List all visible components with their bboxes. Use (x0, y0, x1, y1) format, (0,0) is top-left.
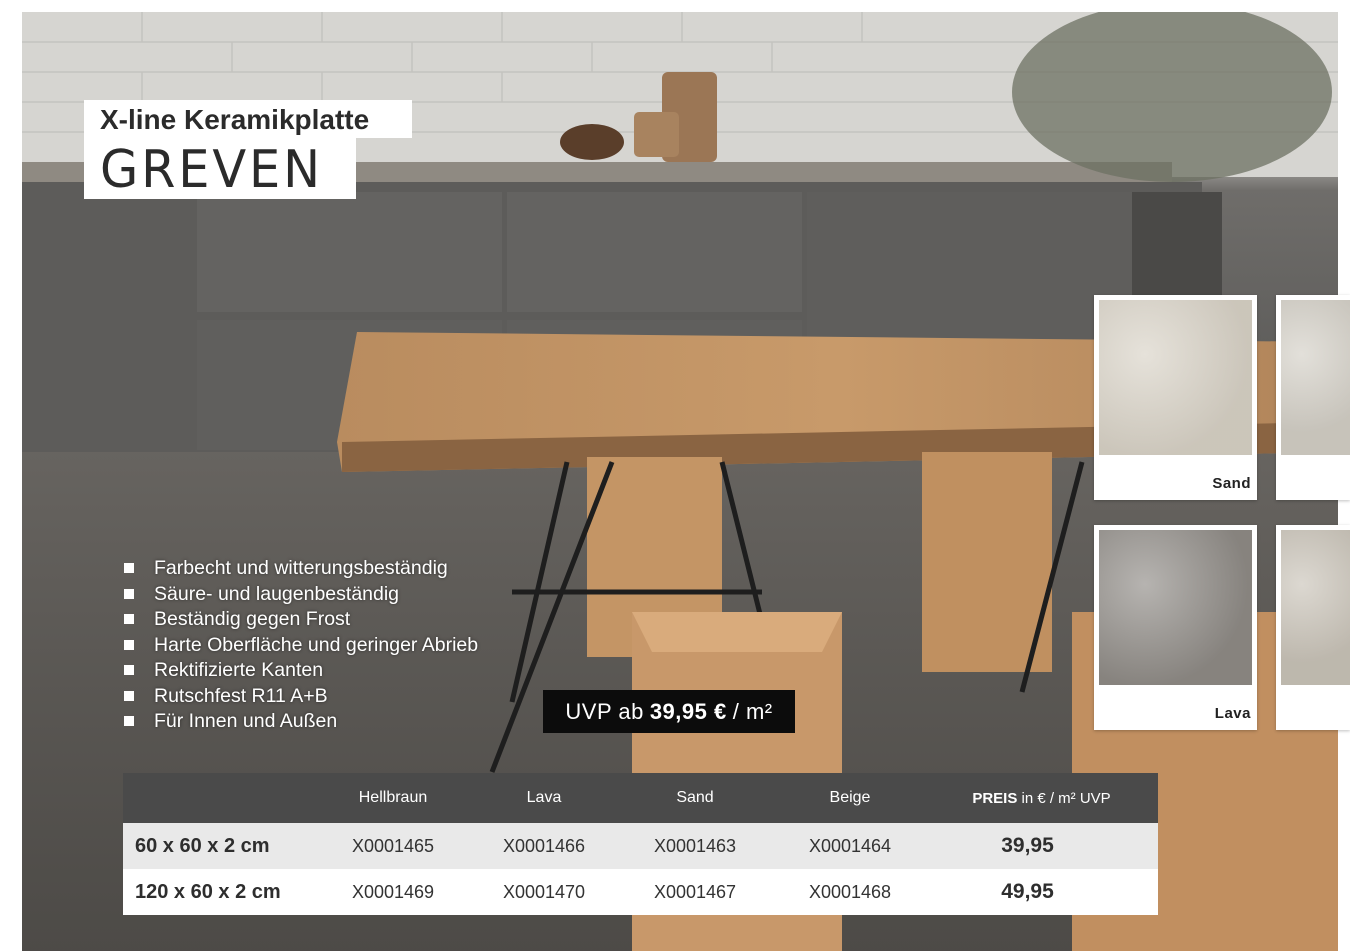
price-cell: 49,95 (1001, 880, 1054, 903)
feature-item: Für Innen und Außen (124, 709, 478, 735)
bullet-icon (124, 690, 134, 701)
price-badge: UVP ab 39,95 € / m² (543, 690, 795, 733)
bullet-icon (124, 563, 134, 573)
feature-item: Rektifizierte Kanten (124, 658, 478, 684)
price-header-cell: PREIS in € / m² UVP (925, 773, 1158, 823)
feature-item: Rutschfest R11 A+B (124, 684, 478, 710)
code-cell: X0001463 (653, 835, 737, 856)
price-header-rest: in € / m² UVP (1021, 789, 1111, 807)
price-unit: / m² (732, 698, 773, 724)
swatch-sand: Sand (1094, 295, 1257, 500)
beige-texture (1281, 300, 1350, 455)
price-cell: 39,95 (1001, 834, 1054, 857)
product-line-title: X-line Keramikplatte (100, 104, 370, 135)
header-cell: Hellbraun (358, 789, 428, 806)
code-cell: X0001466 (502, 835, 586, 856)
price-amount: 39,95 € (649, 698, 727, 724)
code-cell: X0001465 (351, 835, 435, 856)
bullet-icon (124, 588, 134, 599)
size-cell: 60 x 60 x 2 cm (135, 834, 270, 857)
bullet-icon (124, 716, 134, 726)
swatch-lava: Lava (1094, 525, 1257, 730)
header-cell: Lava (526, 789, 562, 806)
sand-texture (1099, 300, 1252, 455)
bullet-icon (124, 639, 134, 650)
feature-item: Beständig gegen Frost (124, 607, 478, 633)
swatch-label: Sand (1212, 475, 1251, 492)
size-cell: 120 x 60 x 2 cm (135, 880, 281, 903)
product-name-title: GREVEN (100, 140, 323, 200)
product-table: Hellbraun Lava Sand Beige PREIS in € / m… (123, 773, 1158, 915)
header-cell: Sand (676, 789, 714, 806)
code-cell: X0001467 (653, 881, 737, 902)
header-cell (123, 773, 313, 823)
swatch-partial-top (1276, 295, 1350, 500)
feature-list: Farbecht und witterungsbeständig Säure- … (124, 556, 478, 735)
table-row: 60 x 60 x 2 cm X0001465 X0001466 X000146… (123, 823, 1158, 869)
swatch-label: Lava (1214, 705, 1251, 722)
table-header-row: Hellbraun Lava Sand Beige PREIS in € / m… (123, 773, 1158, 823)
hellbraun-texture (1281, 530, 1350, 685)
header-cell: Beige (829, 789, 871, 806)
code-cell: X0001468 (808, 881, 892, 902)
bullet-icon (124, 665, 134, 675)
bullet-icon (124, 614, 134, 624)
price-header-bold: PREIS (972, 789, 1018, 807)
price-prefix: UVP ab (565, 698, 644, 724)
feature-item: Harte Oberfläche und geringer Abrieb (124, 633, 478, 659)
feature-item: Säure- und laugenbeständig (124, 582, 478, 608)
lava-texture (1099, 530, 1252, 685)
table-row: 120 x 60 x 2 cm X0001469 X0001470 X00014… (123, 869, 1158, 915)
code-cell: X0001464 (808, 835, 892, 856)
code-cell: X0001470 (502, 881, 586, 902)
feature-item: Farbecht und witterungsbeständig (124, 556, 478, 582)
code-cell: X0001469 (351, 881, 435, 902)
swatch-partial-bottom (1276, 525, 1350, 730)
